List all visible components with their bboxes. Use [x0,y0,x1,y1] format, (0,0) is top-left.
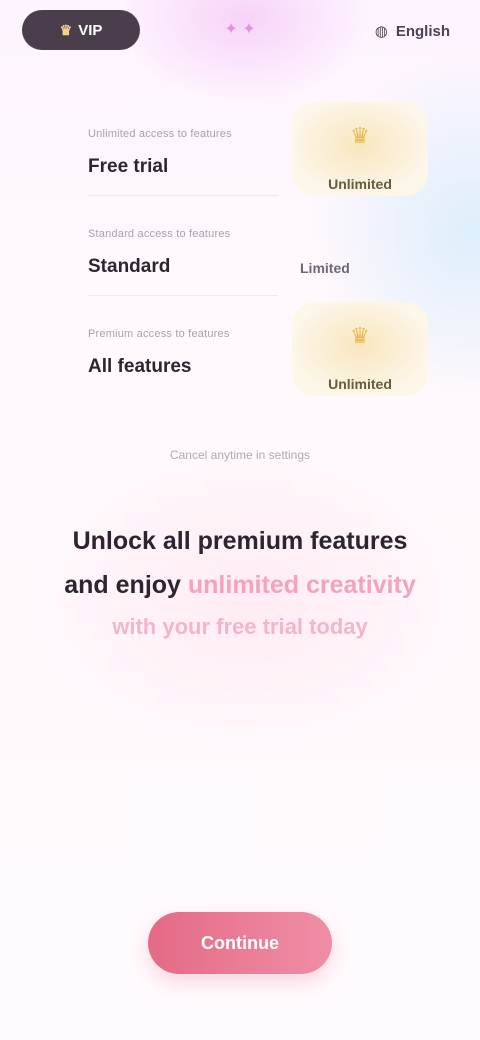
language-selector[interactable]: ◍ English [345,16,450,46]
language-label: English [395,22,450,40]
crown-icon: ♛ [350,123,370,148]
cancel-note: Cancel anytime in settings [169,448,311,462]
headline-line-1: Unlock all premium features [72,527,408,555]
continue-button[interactable]: Continue [148,912,332,974]
comparison-row-left: Unlimited access to features Free trial [88,96,288,196]
crown-icon: ♛ [350,323,370,348]
row-value: Unlimited [328,376,392,392]
sparkle-icon: ✦ ✦ [224,21,256,38]
comparison-row-right: ♛ Unlimited [292,296,428,396]
comparison-row: Premium access to features All features … [60,296,440,396]
row-label: Free trial [88,156,169,177]
headline-line-2-pink: unlimited creativity [187,571,416,599]
row-kicker: Standard access to features [88,228,231,240]
top-bar: ♛ VIP ✦ ✦ ◍ English [0,0,480,60]
row-kicker: Unlimited access to features [88,128,232,140]
globe-icon: ◍ [374,23,388,40]
comparison-row-right: Limited [292,196,428,296]
feature-comparison: Unlimited access to features Free trial … [60,96,440,416]
crown-icon: ♛ [59,21,73,38]
premium-cell: ♛ Unlimited [292,302,428,396]
headline-line-3: with your free trial today [112,614,368,639]
comparison-row: Standard access to features Standard Lim… [60,196,440,296]
vip-plan-button[interactable]: ♛ VIP [22,10,140,50]
top-center-badge: ✦ ✦ [190,14,290,44]
comparison-row-left: Standard access to features Standard [88,196,288,296]
comparison-row: Unlimited access to features Free trial … [60,96,440,196]
comparison-row-right: ♛ Unlimited [292,96,428,196]
headline-line-2-dark: and enjoy [64,571,181,599]
comparison-row-left: Premium access to features All features [88,296,288,396]
headline-line-2: and enjoy unlimited creativity [30,566,450,604]
row-label: Standard [88,256,171,277]
standard-cell: Limited [292,196,428,296]
row-value: Limited [300,260,350,276]
headline: Unlock all premium features and enjoy un… [30,522,450,642]
row-value: Unlimited [328,176,392,192]
vip-plan-label: VIP [78,21,103,39]
premium-cell: ♛ Unlimited [292,102,428,196]
row-kicker: Premium access to features [88,328,230,340]
row-label: All features [88,356,192,377]
